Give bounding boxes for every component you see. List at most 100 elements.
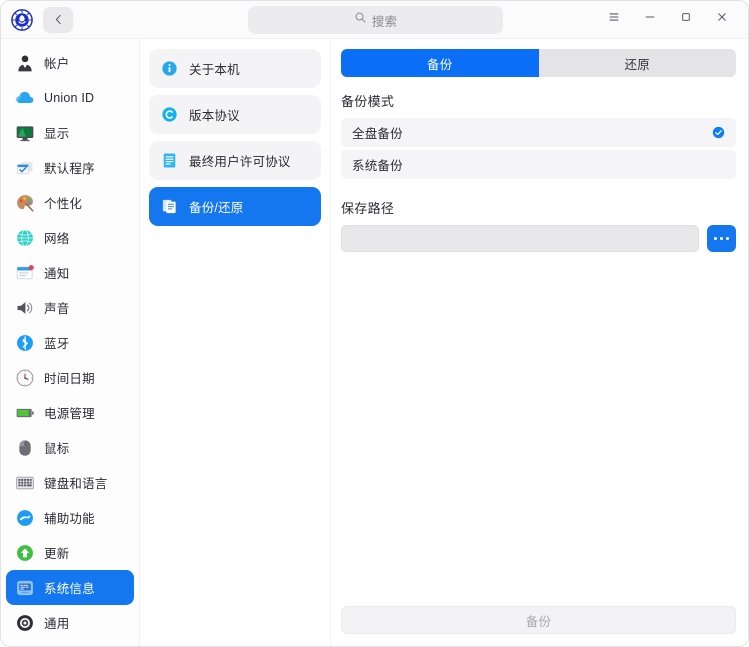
tab-backup[interactable]: 备份 — [341, 49, 539, 77]
sidebar-item-bluetooth[interactable]: 蓝牙 — [6, 325, 134, 360]
sidebar-item-display[interactable]: 显示 — [6, 115, 134, 150]
save-path-row — [341, 225, 736, 252]
close-icon — [715, 10, 729, 29]
sidebar-item-system-info[interactable]: 系统信息 — [6, 570, 134, 605]
option-label: 系统备份 — [352, 159, 403, 173]
chevron-left-icon — [52, 13, 65, 26]
search-icon — [354, 11, 367, 29]
sidebar-item-label: 蓝牙 — [44, 337, 70, 351]
keyboard-icon — [14, 472, 35, 493]
sidebar-item-sound[interactable]: 声音 — [6, 290, 134, 325]
midpanel: 关于本机 版本协议 最终用户许可协议 备份/还原 — [140, 39, 331, 646]
midpanel-item-label: 关于本机 — [189, 63, 240, 77]
sidebar-item-label: 电源管理 — [44, 407, 95, 421]
personalization-palette-icon — [14, 192, 35, 213]
sidebar-item-general[interactable]: 通用 — [6, 605, 134, 640]
sidebar-item-label: 时间日期 — [44, 372, 95, 386]
clock-icon — [14, 367, 35, 388]
general-settings-icon — [14, 612, 35, 633]
backup-mode-options: 全盘备份 系统备份 — [341, 118, 736, 182]
accessibility-icon — [14, 507, 35, 528]
account-icon — [14, 52, 35, 73]
sidebar-item-label: Union ID — [44, 90, 95, 105]
backup-action-button[interactable]: 备份 — [341, 606, 736, 634]
maximize-button[interactable] — [668, 5, 704, 35]
sidebar-item-label: 鼠标 — [44, 442, 70, 456]
minimize-icon — [643, 10, 657, 29]
sidebar-item-label: 通知 — [44, 267, 70, 281]
sidebar-item-power[interactable]: 电源管理 — [6, 395, 134, 430]
sidebar-item-label: 系统信息 — [44, 582, 95, 596]
cloud-icon — [14, 87, 35, 108]
sidebar-item-notification[interactable]: 通知 — [6, 255, 134, 290]
bluetooth-icon — [14, 332, 35, 353]
midpanel-item-backup-restore[interactable]: 备份/还原 — [149, 187, 321, 226]
maximize-icon — [679, 10, 693, 29]
search-placeholder-text: 搜索 — [371, 14, 398, 29]
sidebar-item-label: 通用 — [44, 617, 70, 631]
check-circle-icon — [712, 126, 725, 139]
deepin-logo-icon — [9, 7, 35, 33]
midpanel-item-label: 版本协议 — [189, 109, 240, 123]
window-controls — [596, 5, 742, 35]
midpanel-item-eula[interactable]: 最终用户许可协议 — [149, 141, 321, 180]
sidebar-item-union-id[interactable]: Union ID — [6, 80, 134, 115]
sidebar-item-label: 默认程序 — [44, 162, 95, 176]
info-circle-icon — [161, 60, 178, 77]
menu-button[interactable] — [596, 5, 632, 35]
ellipsis-icon — [713, 236, 730, 241]
minimize-button[interactable] — [632, 5, 668, 35]
sidebar-item-label: 帐户 — [44, 57, 70, 71]
sidebar-item-label: 个性化 — [44, 197, 83, 211]
backup-restore-tabs: 备份 还原 — [341, 49, 736, 77]
midpanel-item-license-agreement[interactable]: 版本协议 — [149, 95, 321, 134]
network-globe-icon — [14, 227, 35, 248]
back-button[interactable] — [43, 6, 73, 33]
midpanel-item-about[interactable]: 关于本机 — [149, 49, 321, 88]
copyright-circle-icon — [161, 106, 178, 123]
sidebar-item-account[interactable]: 帐户 — [6, 45, 134, 80]
display-monitor-icon — [14, 122, 35, 143]
document-lines-icon — [161, 152, 178, 169]
titlebar: 搜索 — [1, 1, 748, 39]
window-body: 帐户 Union ID 显示 默认程序 个性化 网络 通知 声音 蓝牙 时间日期… — [1, 39, 748, 646]
sidebar-item-update[interactable]: 更新 — [6, 535, 134, 570]
sidebar-item-label: 显示 — [44, 127, 70, 141]
system-info-icon — [14, 577, 35, 598]
backup-mode-title: 备份模式 — [341, 94, 395, 109]
sidebar-item-mouse[interactable]: 鼠标 — [6, 430, 134, 465]
search-input[interactable]: 搜索 — [248, 6, 503, 34]
content-panel: 备份 还原 备份模式 全盘备份 系统备份 保存路径 备份 — [331, 39, 748, 646]
option-full-disk-backup[interactable]: 全盘备份 — [341, 118, 736, 147]
save-path-title: 保存路径 — [341, 201, 395, 216]
close-button[interactable] — [704, 5, 740, 35]
browse-path-button[interactable] — [707, 225, 736, 252]
mouse-icon — [14, 437, 35, 458]
sidebar: 帐户 Union ID 显示 默认程序 个性化 网络 通知 声音 蓝牙 时间日期… — [1, 39, 140, 646]
sidebar-item-personalization[interactable]: 个性化 — [6, 185, 134, 220]
sound-speaker-icon — [14, 297, 35, 318]
settings-window: 搜索 帐户 Union ID 显示 默认程序 个性化 网络 通知 声音 蓝牙 时… — [0, 0, 749, 647]
option-system-backup[interactable]: 系统备份 — [341, 150, 736, 179]
default-apps-icon — [14, 157, 35, 178]
sidebar-item-label: 更新 — [44, 547, 70, 561]
save-path-input[interactable] — [341, 225, 699, 252]
midpanel-item-label: 备份/还原 — [189, 201, 244, 215]
hamburger-menu-icon — [607, 10, 621, 29]
sidebar-item-accessibility[interactable]: 辅助功能 — [6, 500, 134, 535]
tab-restore[interactable]: 还原 — [538, 49, 736, 77]
sidebar-item-label: 键盘和语言 — [44, 477, 108, 491]
option-label: 全盘备份 — [352, 127, 403, 141]
sidebar-item-network[interactable]: 网络 — [6, 220, 134, 255]
update-arrow-icon — [14, 542, 35, 563]
search-container: 搜索 — [248, 6, 503, 34]
sidebar-item-default-apps[interactable]: 默认程序 — [6, 150, 134, 185]
sidebar-item-label: 辅助功能 — [44, 512, 95, 526]
notification-icon — [14, 262, 35, 283]
sidebar-item-keyboard[interactable]: 键盘和语言 — [6, 465, 134, 500]
midpanel-item-label: 最终用户许可协议 — [189, 155, 291, 169]
sidebar-item-label: 网络 — [44, 232, 70, 246]
sidebar-item-datetime[interactable]: 时间日期 — [6, 360, 134, 395]
sidebar-item-label: 声音 — [44, 302, 70, 316]
